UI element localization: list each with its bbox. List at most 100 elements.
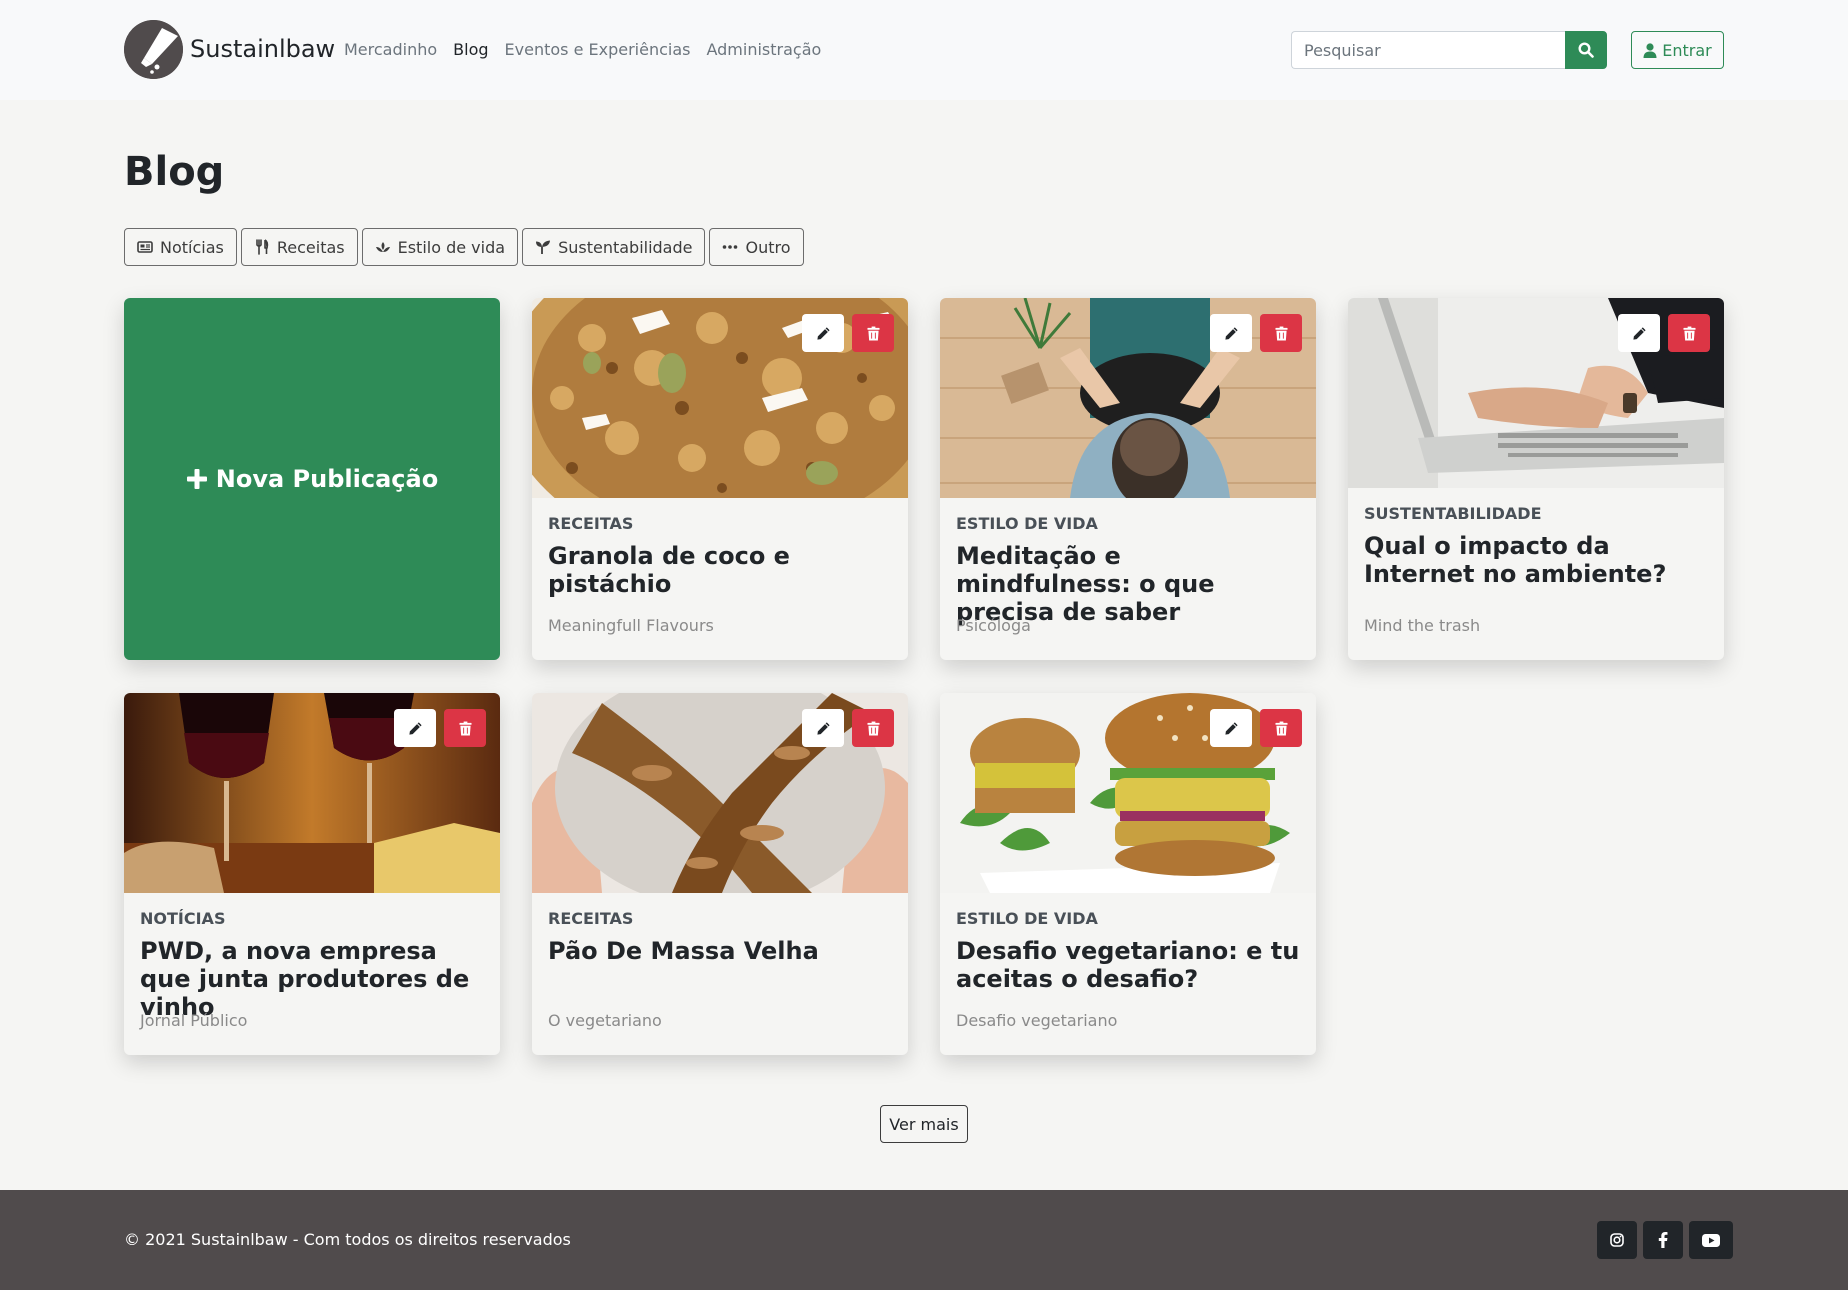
youtube-icon [1702,1233,1720,1247]
spa-lotus-icon [375,242,390,252]
delete-button[interactable] [852,709,894,747]
brand-name[interactable]: Sustainlbaw [190,34,335,64]
post-card[interactable]: Notícias PWD, a nova empresa que junta p… [124,693,500,1055]
trash-icon [458,721,472,735]
edit-button[interactable] [394,709,436,747]
card-body: Sustentabilidade Qual o impacto da Inter… [1364,488,1708,660]
new-post-label: Nova Publicação [215,465,439,493]
post-category: Sustentabilidade [1364,504,1542,523]
social-links [1597,1221,1733,1259]
filter-label: Notícias [160,237,224,257]
filter-receitas[interactable]: Receitas [240,228,358,266]
post-source: Mind the trash [1364,616,1481,635]
edit-button[interactable] [802,709,844,747]
delete-button[interactable] [1260,709,1302,747]
delete-button[interactable] [1668,314,1710,352]
load-more-button[interactable]: Ver mais [880,1105,968,1143]
main-nav: Mercadinho Blog Eventos e Experiências A… [344,40,821,60]
login-label: Entrar [1662,40,1712,60]
trash-icon [866,326,880,340]
post-card[interactable]: Receitas Pão De Massa Velha O vegetarian… [532,693,908,1055]
user-icon [1643,42,1657,58]
delete-button[interactable] [852,314,894,352]
search-icon [1578,42,1594,58]
nav-link-mercadinho[interactable]: Mercadinho [344,40,437,60]
trash-icon [1682,326,1696,340]
navbar: Sustainlbaw Mercadinho Blog Eventos e Ex… [0,0,1848,100]
card-actions [1210,709,1302,747]
card-body: Receitas Granola de coco e pistáchio Mea… [548,498,892,660]
delete-button[interactable] [444,709,486,747]
filter-label: Outro [745,237,791,257]
nav-link-eventos[interactable]: Eventos e Experiências [505,40,691,60]
filter-sustentabilidade[interactable]: Sustentabilidade [522,228,706,266]
post-title[interactable]: Meditação e mindfulness: o que precisa d… [956,542,1300,626]
instagram-icon [1610,1233,1624,1247]
post-category: Notícias [140,909,226,928]
filter-outro[interactable]: Outro [709,228,804,266]
logo-icon[interactable] [124,20,183,79]
post-title[interactable]: Pão De Massa Velha [548,937,892,965]
facebook-link[interactable] [1643,1221,1683,1259]
post-source: Desafio vegetariano [956,1011,1118,1030]
card-actions [802,709,894,747]
category-filters: Notícias Receitas Estilo de vida Sustent… [124,228,804,266]
filter-label: Receitas [276,237,345,257]
nav-link-administracao[interactable]: Administração [706,40,821,60]
post-title[interactable]: PWD, a nova empresa que junta produtores… [140,937,484,1021]
post-title[interactable]: Desafio vegetariano: e tu aceitas o desa… [956,937,1300,993]
seedling-icon [536,240,551,254]
card-actions [1210,314,1302,352]
pencil-icon [816,326,830,340]
utensils-icon [256,239,269,255]
filter-label: Estilo de vida [397,237,506,257]
pencil-icon [408,721,422,735]
post-category: Estilo de vida [956,909,1098,928]
post-card[interactable]: Sustentabilidade Qual o impacto da Inter… [1348,298,1724,660]
post-title[interactable]: Qual o impacto da Internet no ambiente? [1364,532,1708,588]
ellipsis-icon [723,245,738,249]
delete-button[interactable] [1260,314,1302,352]
edit-button[interactable] [802,314,844,352]
youtube-link[interactable] [1689,1221,1733,1259]
edit-button[interactable] [1618,314,1660,352]
post-source: O vegetariano [548,1011,662,1030]
trash-icon [1274,721,1288,735]
post-source: Psicóloga [956,616,1031,635]
login-button[interactable]: Entrar [1631,31,1724,69]
edit-button[interactable] [1210,314,1252,352]
copyright-text: © 2021 Sustainlbaw - Com todos os direit… [124,1230,571,1249]
card-body: Notícias PWD, a nova empresa que junta p… [140,893,484,1055]
post-category: Receitas [548,909,634,928]
pencil-icon [816,721,830,735]
card-body: Estilo de vida Meditação e mindfulness: … [956,498,1300,660]
page-title: Blog [124,149,225,195]
post-source: Meaningfull Flavours [548,616,714,635]
facebook-icon [1658,1232,1668,1248]
filter-estilo-de-vida[interactable]: Estilo de vida [361,228,519,266]
card-actions [394,709,486,747]
new-post-card[interactable]: Nova Publicação [124,298,500,660]
post-card[interactable]: Receitas Granola de coco e pistáchio Mea… [532,298,908,660]
filter-noticias[interactable]: Notícias [124,228,237,266]
nav-link-blog[interactable]: Blog [453,40,488,60]
pencil-icon [1224,721,1238,735]
filter-label: Sustentabilidade [558,237,693,257]
card-actions [1618,314,1710,352]
search-input[interactable] [1291,31,1565,69]
search-button[interactable] [1565,31,1607,69]
instagram-link[interactable] [1597,1221,1637,1259]
post-card[interactable]: Estilo de vida Desafio vegetariano: e tu… [940,693,1316,1055]
post-title[interactable]: Granola de coco e pistáchio [548,542,892,598]
post-category: Estilo de vida [956,514,1098,533]
footer: © 2021 Sustainlbaw - Com todos os direit… [0,1190,1848,1290]
newspaper-icon [137,241,153,253]
post-category: Receitas [548,514,634,533]
trash-icon [866,721,880,735]
post-source: Jornal Público [140,1011,248,1030]
post-card[interactable]: Estilo de vida Meditação e mindfulness: … [940,298,1316,660]
edit-button[interactable] [1210,709,1252,747]
pencil-icon [1632,326,1646,340]
trash-icon [1274,326,1288,340]
plus-icon [186,469,207,489]
